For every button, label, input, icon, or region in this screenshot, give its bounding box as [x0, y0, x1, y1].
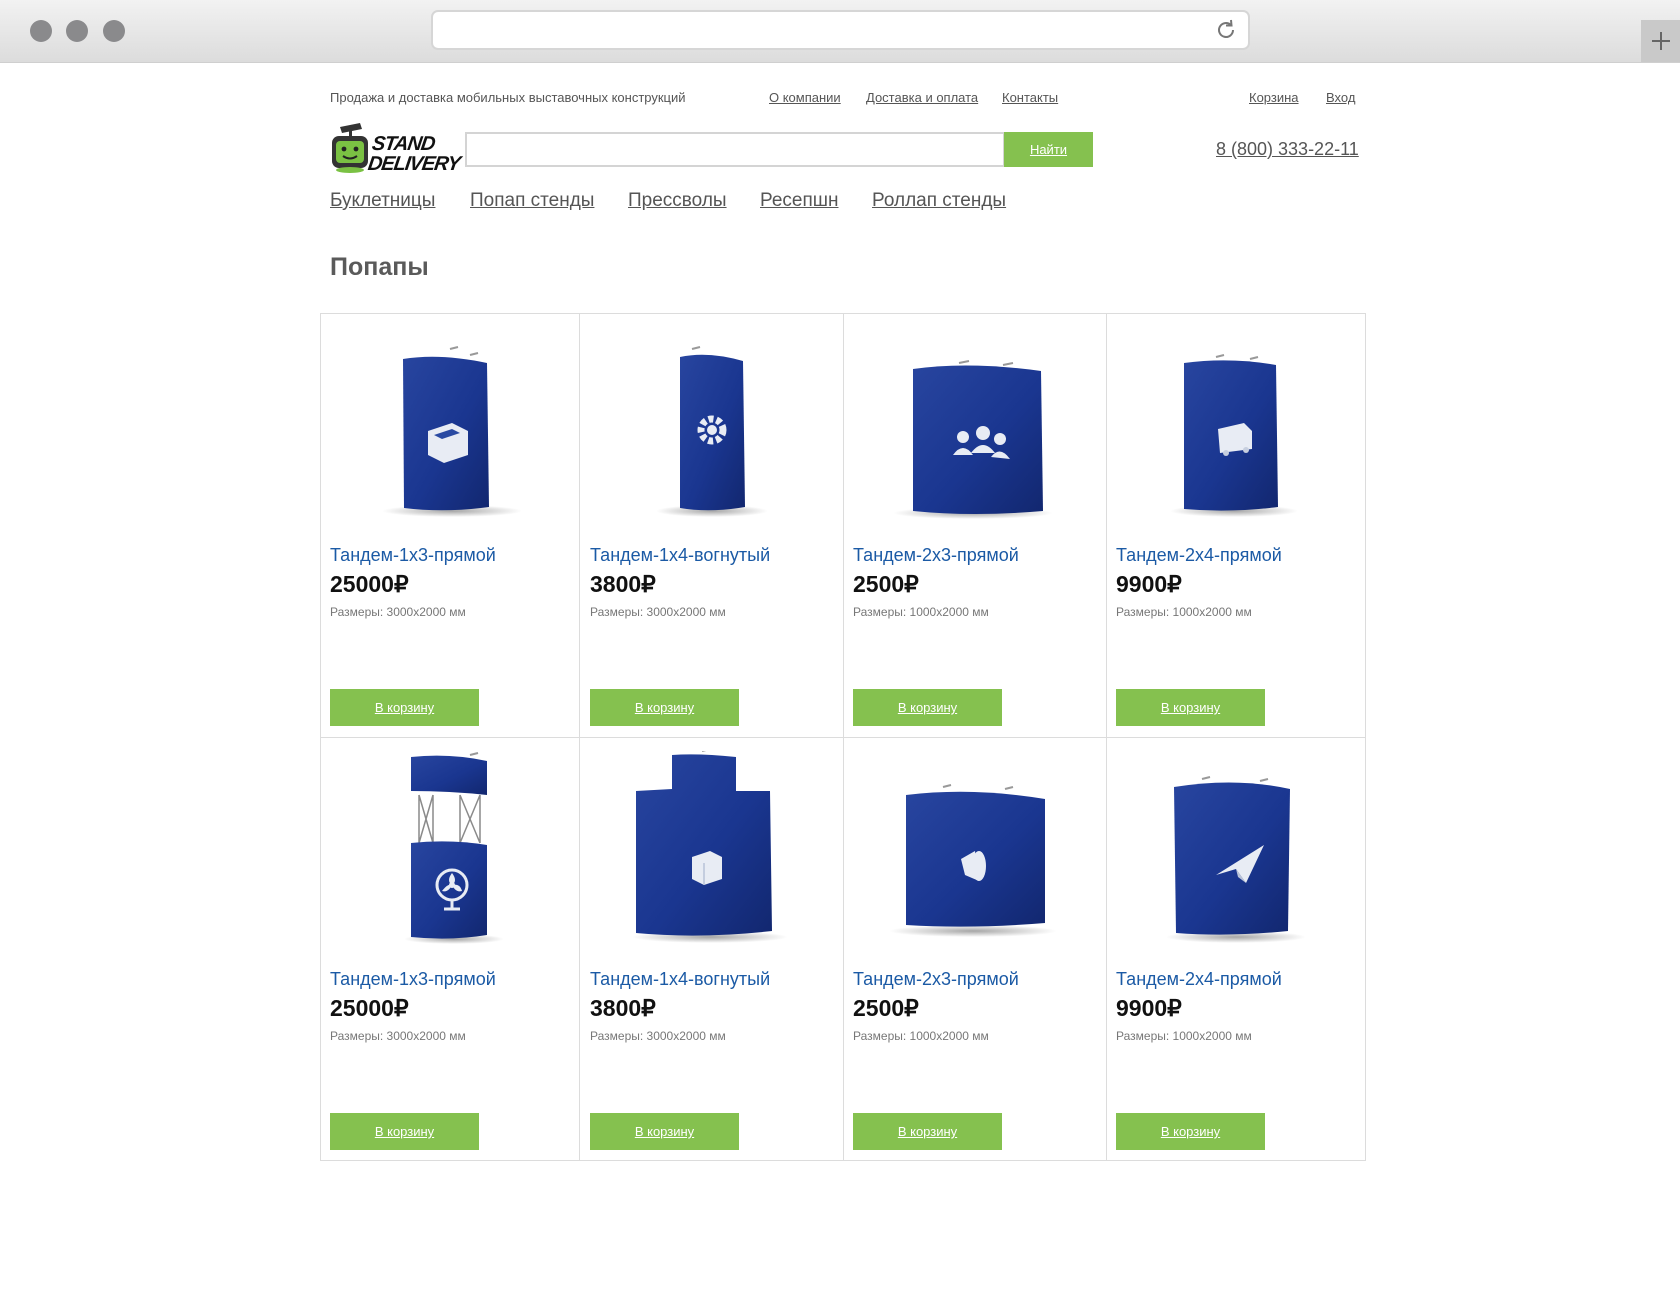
search-button[interactable]: Найти — [1004, 132, 1093, 167]
browser-chrome — [0, 0, 1680, 63]
link-about[interactable]: О компании — [769, 90, 841, 105]
link-contacts[interactable]: Контакты — [1002, 90, 1058, 105]
product-card: Тандем-2х4-прямой 9900₽ Размеры: 1000х20… — [1106, 313, 1369, 737]
phone-link[interactable]: 8 (800) 333-22-11 — [1216, 139, 1359, 160]
product-card: Тандем-2х4-прямой 9900₽ Размеры: 1000х20… — [1106, 737, 1369, 1161]
link-delivery[interactable]: Доставка и оплата — [866, 90, 978, 105]
gear-icon — [697, 415, 727, 445]
product-name[interactable]: Тандем-2х3-прямой — [853, 545, 1019, 566]
truck-icon — [1218, 423, 1252, 456]
product-size: Размеры: 1000х2000 мм — [853, 1029, 989, 1043]
product-size: Размеры: 3000х2000 мм — [590, 605, 726, 619]
search-input[interactable] — [465, 132, 1005, 167]
window-close-dot[interactable] — [30, 20, 52, 42]
add-to-cart-button[interactable]: В корзину — [330, 1113, 479, 1150]
add-to-cart-button[interactable]: В корзину — [590, 689, 739, 726]
product-image — [404, 752, 504, 944]
site-logo[interactable]: STAND DELIVERY — [330, 121, 461, 175]
product-size: Размеры: 1000х2000 мм — [1116, 605, 1252, 619]
link-cart[interactable]: Корзина — [1249, 90, 1299, 105]
product-card: Тандем-2х3-прямой 2500₽ Размеры: 1000х20… — [843, 737, 1106, 1161]
cube-icon — [692, 851, 722, 885]
product-card: Тандем-1х4-вогнутый 3800₽ Размеры: 3000х… — [580, 313, 843, 737]
box-icon — [428, 423, 468, 463]
product-size: Размеры: 3000х2000 мм — [330, 1029, 466, 1043]
new-tab-button[interactable] — [1641, 20, 1680, 62]
product-name[interactable]: Тандем-1х4-вогнутый — [590, 969, 770, 990]
product-size: Размеры: 3000х2000 мм — [590, 1029, 726, 1043]
product-card: Тандем-1х3-прямой 25000₽ Размеры: 3000х2… — [320, 313, 583, 737]
product-price: 9900₽ — [1116, 995, 1182, 1021]
product-image — [656, 346, 768, 517]
nav-item-presswall[interactable]: Прессволы — [628, 190, 727, 212]
add-to-cart-button[interactable]: В корзину — [853, 1113, 1002, 1150]
window-minimize-dot[interactable] — [66, 20, 88, 42]
product-image — [382, 346, 522, 517]
product-name[interactable]: Тандем-1х4-вогнутый — [590, 545, 770, 566]
product-price: 25000₽ — [330, 995, 409, 1021]
nav-item-reception[interactable]: Ресепшн — [760, 190, 839, 212]
product-image — [1166, 776, 1306, 943]
product-price: 2500₽ — [853, 571, 919, 597]
product-card: Тандем-2х3-прямой 2500₽ Размеры: 1000х20… — [843, 313, 1106, 737]
address-bar[interactable] — [431, 10, 1250, 50]
site-tagline: Продажа и доставка мобильных выставочных… — [330, 90, 686, 105]
product-image — [889, 784, 1057, 937]
page-title: Попапы — [330, 253, 429, 281]
product-name[interactable]: Тандем-1х3-прямой — [330, 969, 496, 990]
add-to-cart-button[interactable]: В корзину — [1116, 1113, 1265, 1150]
window-maximize-dot[interactable] — [103, 20, 125, 42]
product-size: Размеры: 3000х2000 мм — [330, 605, 466, 619]
product-image — [1170, 354, 1298, 517]
nav-item-booklet[interactable]: Буклетницы — [330, 190, 435, 212]
product-card: Тандем-1х3-прямой 25000₽ Размеры: 3000х2… — [320, 737, 583, 1161]
add-to-cart-button[interactable]: В корзину — [590, 1113, 739, 1150]
product-card: Тандем-1х4-вогнутый 3800₽ Размеры: 3000х… — [580, 737, 843, 1161]
nav-item-popup[interactable]: Попап стенды — [470, 190, 594, 212]
product-name[interactable]: Тандем-2х4-прямой — [1116, 969, 1282, 990]
add-to-cart-button[interactable]: В корзину — [1116, 689, 1265, 726]
product-size: Размеры: 1000х2000 мм — [853, 605, 989, 619]
product-size: Размеры: 1000х2000 мм — [1116, 1029, 1252, 1043]
product-image — [893, 360, 1053, 519]
logo-text-line2: DELIVERY — [366, 153, 462, 175]
nav-item-rollup[interactable]: Роллап стенды — [872, 190, 1006, 212]
plus-icon — [1652, 32, 1670, 50]
product-name[interactable]: Тандем-1х3-прямой — [330, 545, 496, 566]
product-name[interactable]: Тандем-2х3-прямой — [853, 969, 1019, 990]
add-to-cart-button[interactable]: В корзину — [853, 689, 1002, 726]
reload-icon[interactable] — [1214, 18, 1238, 42]
product-image — [632, 751, 788, 943]
product-price: 25000₽ — [330, 571, 409, 597]
product-price: 3800₽ — [590, 571, 656, 597]
link-login[interactable]: Вход — [1326, 90, 1355, 105]
add-to-cart-button[interactable]: В корзину — [330, 689, 479, 726]
product-price: 9900₽ — [1116, 571, 1182, 597]
product-price: 2500₽ — [853, 995, 919, 1021]
product-name[interactable]: Тандем-2х4-прямой — [1116, 545, 1282, 566]
product-price: 3800₽ — [590, 995, 656, 1021]
